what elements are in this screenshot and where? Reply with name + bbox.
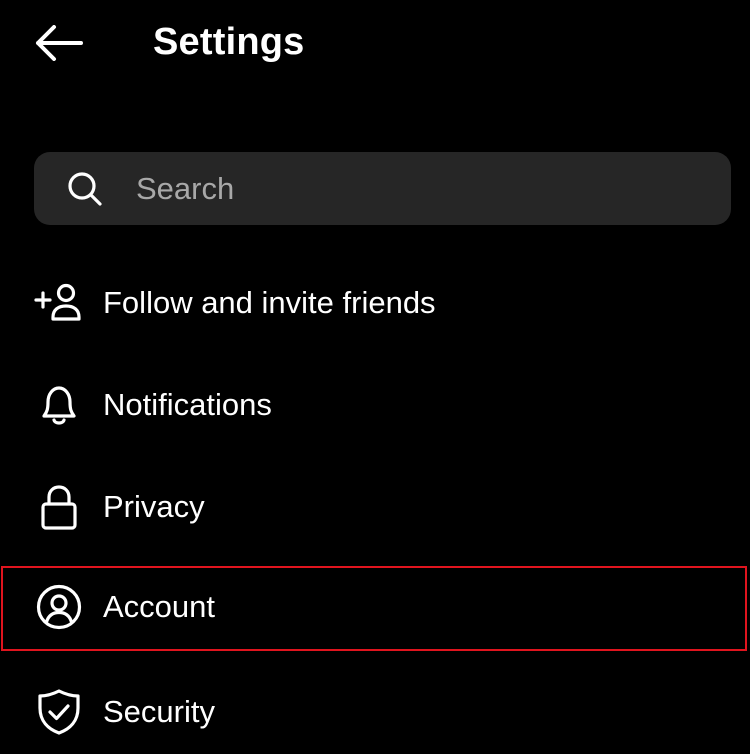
menu-item-privacy[interactable]: Privacy xyxy=(0,463,750,549)
header: Settings xyxy=(0,0,750,90)
menu-item-security[interactable]: Security xyxy=(0,668,750,754)
search-placeholder: Search xyxy=(136,171,235,206)
menu-item-label: Privacy xyxy=(103,489,205,524)
menu-item-notifications[interactable]: Notifications xyxy=(0,361,750,447)
menu-item-follow-invite[interactable]: Follow and invite friends xyxy=(0,259,750,345)
user-circle-icon xyxy=(34,584,84,630)
menu-item-label: Account xyxy=(103,589,216,624)
bell-icon xyxy=(34,383,84,427)
lock-icon xyxy=(34,485,84,530)
arrow-left-icon xyxy=(34,25,84,61)
menu-item-label: Security xyxy=(103,694,215,729)
shield-check-icon xyxy=(34,689,84,735)
back-button[interactable] xyxy=(28,18,90,68)
menu-item-label: Notifications xyxy=(103,387,272,422)
menu-item-label: Follow and invite friends xyxy=(103,285,436,320)
page-title: Settings xyxy=(153,21,305,63)
add-person-icon xyxy=(34,281,84,325)
search-icon xyxy=(66,170,104,208)
menu-item-account[interactable]: Account xyxy=(0,563,750,649)
